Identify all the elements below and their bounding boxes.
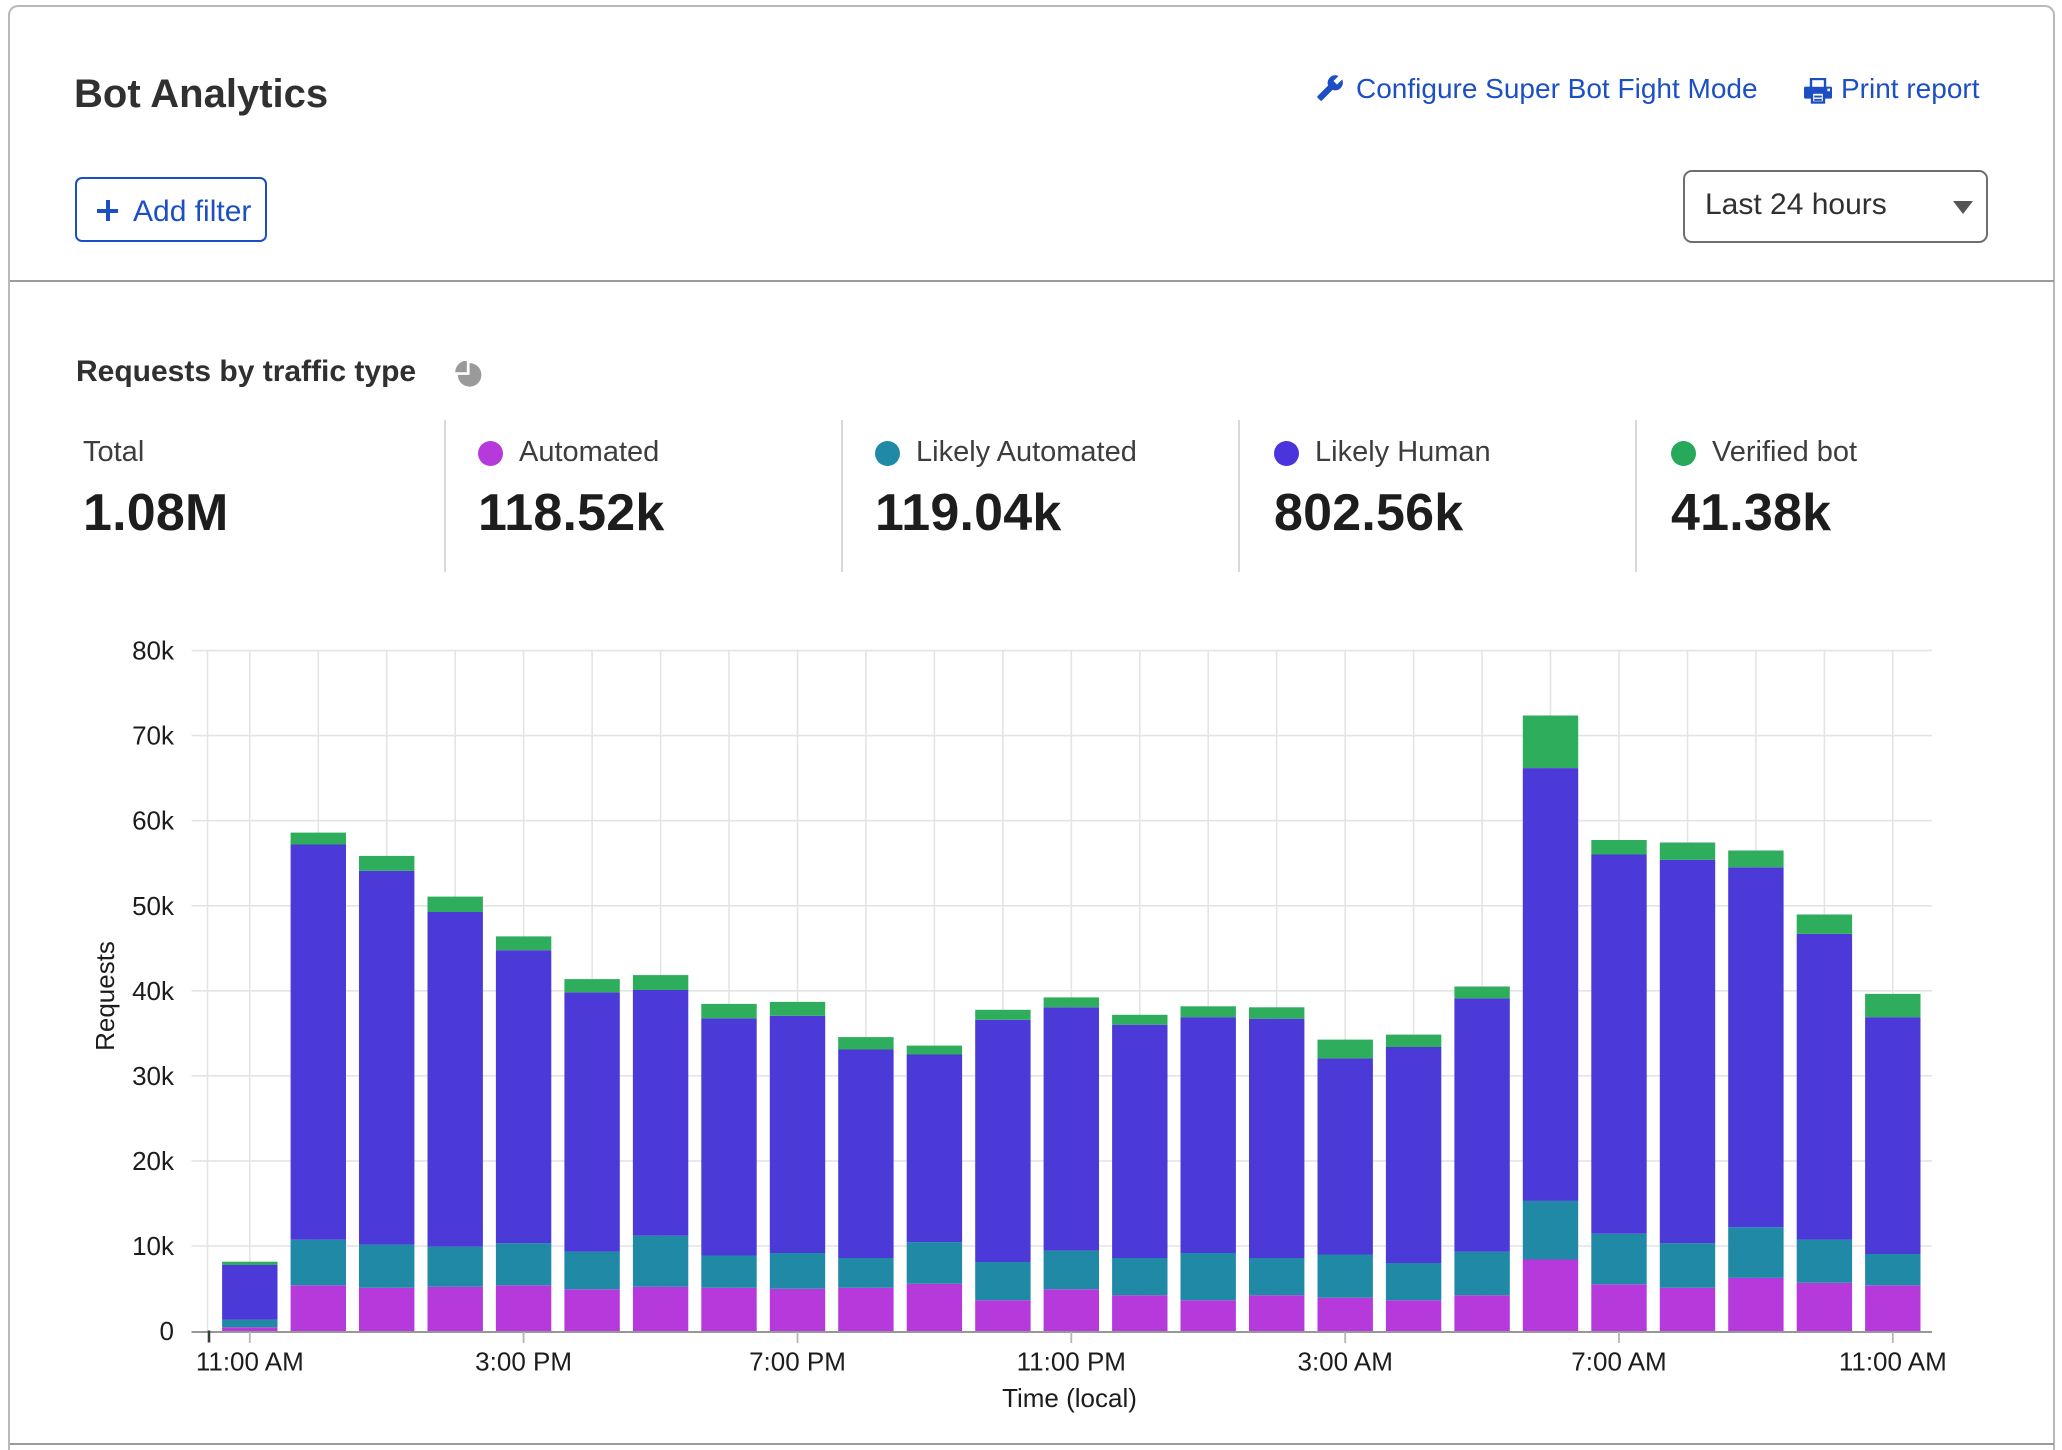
svg-text:3:00 AM: 3:00 AM [1297,1347,1392,1377]
svg-text:Requests: Requests [90,941,120,1051]
svg-text:30k: 30k [132,1061,175,1091]
svg-text:20k: 20k [132,1146,175,1176]
svg-text:0: 0 [160,1316,174,1346]
svg-text:11:00 PM: 11:00 PM [1017,1347,1126,1377]
svg-text:3:00 PM: 3:00 PM [475,1347,572,1377]
svg-text:70k: 70k [132,721,175,751]
svg-text:7:00 AM: 7:00 AM [1571,1347,1666,1377]
svg-text:11:00 AM: 11:00 AM [1839,1347,1947,1377]
svg-text:40k: 40k [132,976,175,1006]
svg-text:80k: 80k [132,636,175,666]
svg-text:11:00 AM: 11:00 AM [196,1347,304,1377]
svg-text:Time (local): Time (local) [1002,1383,1137,1413]
svg-text:7:00 PM: 7:00 PM [749,1347,846,1377]
svg-text:10k: 10k [132,1231,175,1261]
svg-text:60k: 60k [132,806,175,836]
svg-text:50k: 50k [132,891,175,921]
